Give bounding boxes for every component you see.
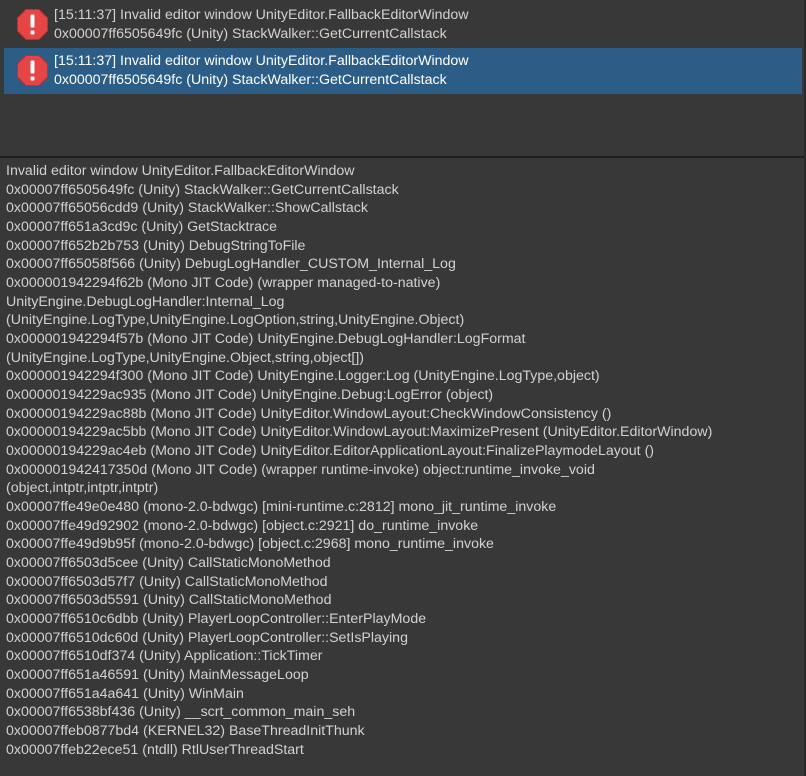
error-icon [17,9,48,40]
stack-trace-line: 0x00000194229ac88b (Mono JIT Code) Unity… [6,405,612,422]
log-entry-trace: 0x00007ff6505649fc (Unity) StackWalker::… [54,25,447,42]
stack-trace-line: 0x00007ff6510c6dbb (Unity) PlayerLoopCon… [6,611,427,628]
stack-trace-line: 0x00007ff6538bf436 (Unity) __scrt_common… [6,704,356,721]
stack-trace-line: 0x00007ff6510dc60d (Unity) PlayerLoopCon… [6,629,408,646]
stack-trace-line: (UnityEngine.LogType,UnityEngine.LogOpti… [6,312,465,329]
stack-trace-line: 0x00000194229ac5bb (Mono JIT Code) Unity… [6,424,713,441]
stack-trace-line: 0x00007ff65056cdd9 (Unity) StackWalker::… [6,200,368,217]
log-entry-text: [15:11:37] Invalid editor window UnityEd… [54,52,469,90]
stack-trace-line: 0x00000194229ac935 (Mono JIT Code) Unity… [6,387,494,404]
error-icon [17,55,48,86]
stack-trace-line: 0x00007ff6510df374 (Unity) Application::… [6,648,323,665]
log-entry-message: [15:11:37] Invalid editor window UnityEd… [54,53,469,69]
stack-trace-line: 0x00007ffe49e0e480 (mono-2.0-bdwgc) [min… [6,499,557,516]
stack-trace-line: 0x000001942294f300 (Mono JIT Code) Unity… [6,368,600,385]
stack-trace-line: (UnityEngine.LogType,UnityEngine.Object,… [6,349,365,366]
log-entry-text: [15:11:37] Invalid editor window UnityEd… [54,6,469,44]
stack-trace-line: 0x00007ff651a46591 (Unity) MainMessageLo… [6,667,309,684]
stack-trace-line: 0x00007ff6503d5591 (Unity) CallStaticMon… [6,592,332,609]
stack-trace-panel[interactable]: Invalid editor window UnityEditor.Fallba… [0,158,806,776]
stack-trace-line: 0x00007ffe49d9b95f (mono-2.0-bdwgc) [obj… [6,536,494,553]
stack-trace-line: 0x00007ffeb0877bd4 (KERNEL32) BaseThread… [6,723,365,740]
stack-trace-line: Invalid editor window UnityEditor.Fallba… [6,163,355,179]
stack-trace-line: UnityEngine.DebugLogHandler:Internal_Log [6,293,285,310]
stack-trace-line: 0x00007ff6505649fc (Unity) StackWalker::… [6,181,399,198]
stack-trace-line: 0x00000194229ac4eb (Mono JIT Code) Unity… [6,443,655,460]
stack-trace-line: 0x00007ffeb22ece51 (ntdll) RtlUserThread… [6,741,304,758]
console-window: [15:11:37] Invalid editor window UnityEd… [0,0,806,776]
log-entry-selected[interactable]: [15:11:37] Invalid editor window UnityEd… [4,48,802,94]
stack-trace-line: 0x00007ff652b2b753 (Unity) DebugStringTo… [6,237,306,254]
stack-trace-line: 0x00007ffe49d92902 (mono-2.0-bdwgc) [obj… [6,517,479,534]
log-list[interactable]: [15:11:37] Invalid editor window UnityEd… [0,0,806,156]
stack-trace-line: 0x00007ff6503d5cee (Unity) CallStaticMon… [6,555,331,572]
stack-trace-line: (object,intptr,intptr,intptr) [6,480,159,497]
stack-trace-line: 0x000001942294f62b (Mono JIT Code) (wrap… [6,275,441,292]
log-entry[interactable]: [15:11:37] Invalid editor window UnityEd… [4,2,802,48]
stack-trace-line: 0x00007ff651a3cd9c (Unity) GetStacktrace [6,219,278,236]
stack-trace-line: 0x000001942417350d (Mono JIT Code) (wrap… [6,461,595,478]
stack-trace-line: 0x000001942294f57b (Mono JIT Code) Unity… [6,331,526,348]
stack-trace-line: 0x00007ff65058f566 (Unity) DebugLogHandl… [6,256,456,273]
stack-trace-text[interactable]: Invalid editor window UnityEditor.Fallba… [6,162,806,760]
stack-trace-line: 0x00007ff6503d57f7 (Unity) CallStaticMon… [6,573,328,590]
stack-trace-line: 0x00007ff651a4a641 (Unity) WinMain [6,685,244,702]
log-entry-message: [15:11:37] Invalid editor window UnityEd… [54,7,469,23]
log-entry-trace: 0x00007ff6505649fc (Unity) StackWalker::… [54,71,447,88]
